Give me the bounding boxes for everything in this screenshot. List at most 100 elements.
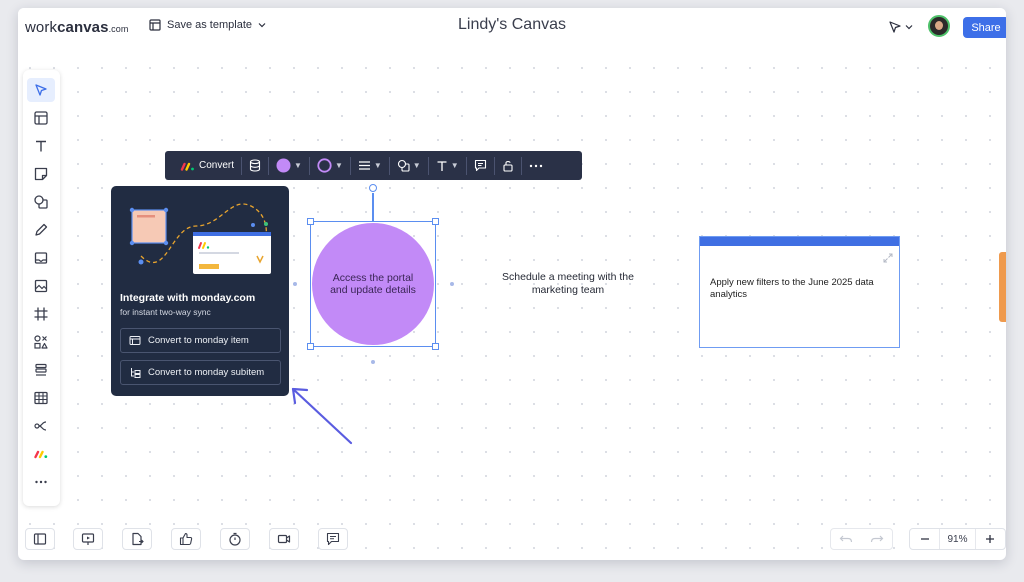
inbox-icon (34, 252, 48, 264)
text-element[interactable]: Schedule a meeting with the marketing te… (486, 271, 650, 297)
pointer-icon (889, 21, 901, 33)
line-style-button[interactable]: ▼ (351, 151, 389, 180)
kanban-tool[interactable] (27, 358, 55, 382)
resize-handle[interactable] (307, 218, 314, 225)
text-tool[interactable] (27, 134, 55, 158)
table-icon (34, 391, 48, 405)
sticky-note-tool[interactable] (27, 162, 55, 186)
chevron-down-icon: ▼ (412, 161, 421, 170)
more-options-button[interactable] (522, 151, 550, 180)
pen-tool[interactable] (27, 218, 55, 242)
video-camera-icon (277, 534, 291, 544)
unlock-icon (503, 161, 513, 172)
thumbs-up-icon (179, 532, 193, 546)
select-tool[interactable] (27, 78, 55, 102)
undo-redo-group (830, 528, 893, 550)
stopwatch-icon (229, 532, 241, 546)
cursor-mode-menu[interactable] (888, 20, 913, 34)
user-avatar[interactable] (928, 15, 950, 37)
vote-button[interactable] (171, 528, 201, 550)
zoom-controls: 91% (909, 528, 1006, 550)
template-tool[interactable] (27, 106, 55, 130)
frame-tool[interactable] (27, 302, 55, 326)
pointer-icon (35, 84, 47, 96)
chevron-down-icon: ▼ (294, 161, 302, 170)
pencil-icon (35, 223, 48, 236)
fill-color-button[interactable]: ▼ (269, 151, 309, 180)
task-card[interactable]: Apply new filters to the June 2025 data … (699, 236, 900, 348)
comment-button[interactable] (467, 151, 494, 180)
layout-icon (34, 111, 48, 125)
item-card-icon (129, 336, 141, 345)
card-text: Apply new filters to the June 2025 data … (710, 277, 874, 300)
convert-label: Convert (199, 160, 235, 171)
border-color-icon (317, 158, 332, 173)
video-call-button[interactable] (269, 528, 299, 550)
list-icon (35, 363, 47, 376)
present-button[interactable] (73, 528, 103, 550)
shape-type-button[interactable]: ▼ (390, 151, 428, 180)
line-weight-icon (358, 161, 370, 170)
rotation-handle[interactable] (369, 184, 377, 192)
convert-item-label: Convert to monday item (148, 335, 249, 346)
monday-tool[interactable] (27, 442, 55, 466)
lock-button[interactable] (495, 151, 521, 180)
annotation-arrow-icon (291, 387, 353, 445)
data-button[interactable] (242, 151, 268, 180)
convert-to-monday-item-button[interactable]: Convert to monday item (120, 328, 281, 353)
presentation-icon (81, 533, 95, 545)
app-window: workcanvas.com Save as template Lindy's … (18, 8, 1006, 560)
monday-integration-popup: Integrate with monday.com for instant tw… (111, 186, 289, 396)
mindmap-tool[interactable] (27, 414, 55, 438)
zoom-in-button[interactable] (976, 529, 1005, 549)
sticky-note-icon (34, 167, 48, 181)
convert-to-monday-subitem-button[interactable]: Convert to monday subitem (120, 360, 281, 385)
more-tools-button[interactable] (27, 470, 55, 494)
shapes-tool[interactable] (27, 190, 55, 214)
file-export-icon (132, 532, 144, 546)
border-color-button[interactable]: ▼ (310, 151, 350, 180)
shapes-icon (34, 195, 48, 209)
text-style-button[interactable]: ▼ (429, 151, 466, 180)
timer-button[interactable] (220, 528, 250, 550)
shapes-icon (397, 159, 410, 172)
canvas-title[interactable]: Lindy's Canvas (18, 16, 1006, 34)
fill-color-swatch-icon (276, 158, 291, 173)
comment-frame-tool[interactable] (27, 246, 55, 270)
side-panel-tab[interactable] (999, 252, 1006, 322)
comments-button[interactable] (318, 528, 348, 550)
resize-handle[interactable] (432, 343, 439, 350)
mindmap-icon (34, 421, 47, 431)
image-tool[interactable] (27, 274, 55, 298)
redo-icon (870, 535, 884, 543)
chevron-down-icon: ▼ (450, 161, 459, 170)
toggle-sidebar-button[interactable] (25, 528, 55, 550)
connector-anchor[interactable] (371, 360, 375, 364)
minus-icon (920, 538, 929, 540)
zoom-out-button[interactable] (910, 529, 939, 549)
resize-handle[interactable] (432, 218, 439, 225)
zoom-level[interactable]: 91% (939, 529, 976, 549)
left-toolbar (23, 70, 60, 506)
diagram-tool[interactable] (27, 330, 55, 354)
database-icon (249, 159, 261, 172)
undo-icon (839, 535, 853, 543)
popup-subtitle: for instant two-way sync (120, 307, 211, 317)
object-toolbar: Convert ▼ ▼ ▼ ▼ ▼ (165, 151, 582, 180)
convert-button[interactable]: Convert (173, 151, 241, 180)
more-icon (35, 480, 47, 484)
chevron-down-icon (905, 25, 913, 30)
comment-icon (326, 532, 340, 546)
undo-button[interactable] (831, 529, 862, 549)
resize-handle[interactable] (307, 343, 314, 350)
popup-title: Integrate with monday.com (120, 292, 256, 304)
share-button[interactable]: Share (963, 17, 1006, 38)
table-tool[interactable] (27, 386, 55, 410)
connector-anchor[interactable] (293, 282, 297, 286)
connector-anchor[interactable] (450, 282, 454, 286)
shapes-grid-icon (34, 335, 48, 349)
redo-button[interactable] (862, 529, 893, 549)
convert-subitem-label: Convert to monday subitem (148, 367, 265, 378)
expand-icon[interactable] (883, 253, 893, 263)
export-button[interactable] (122, 528, 152, 550)
